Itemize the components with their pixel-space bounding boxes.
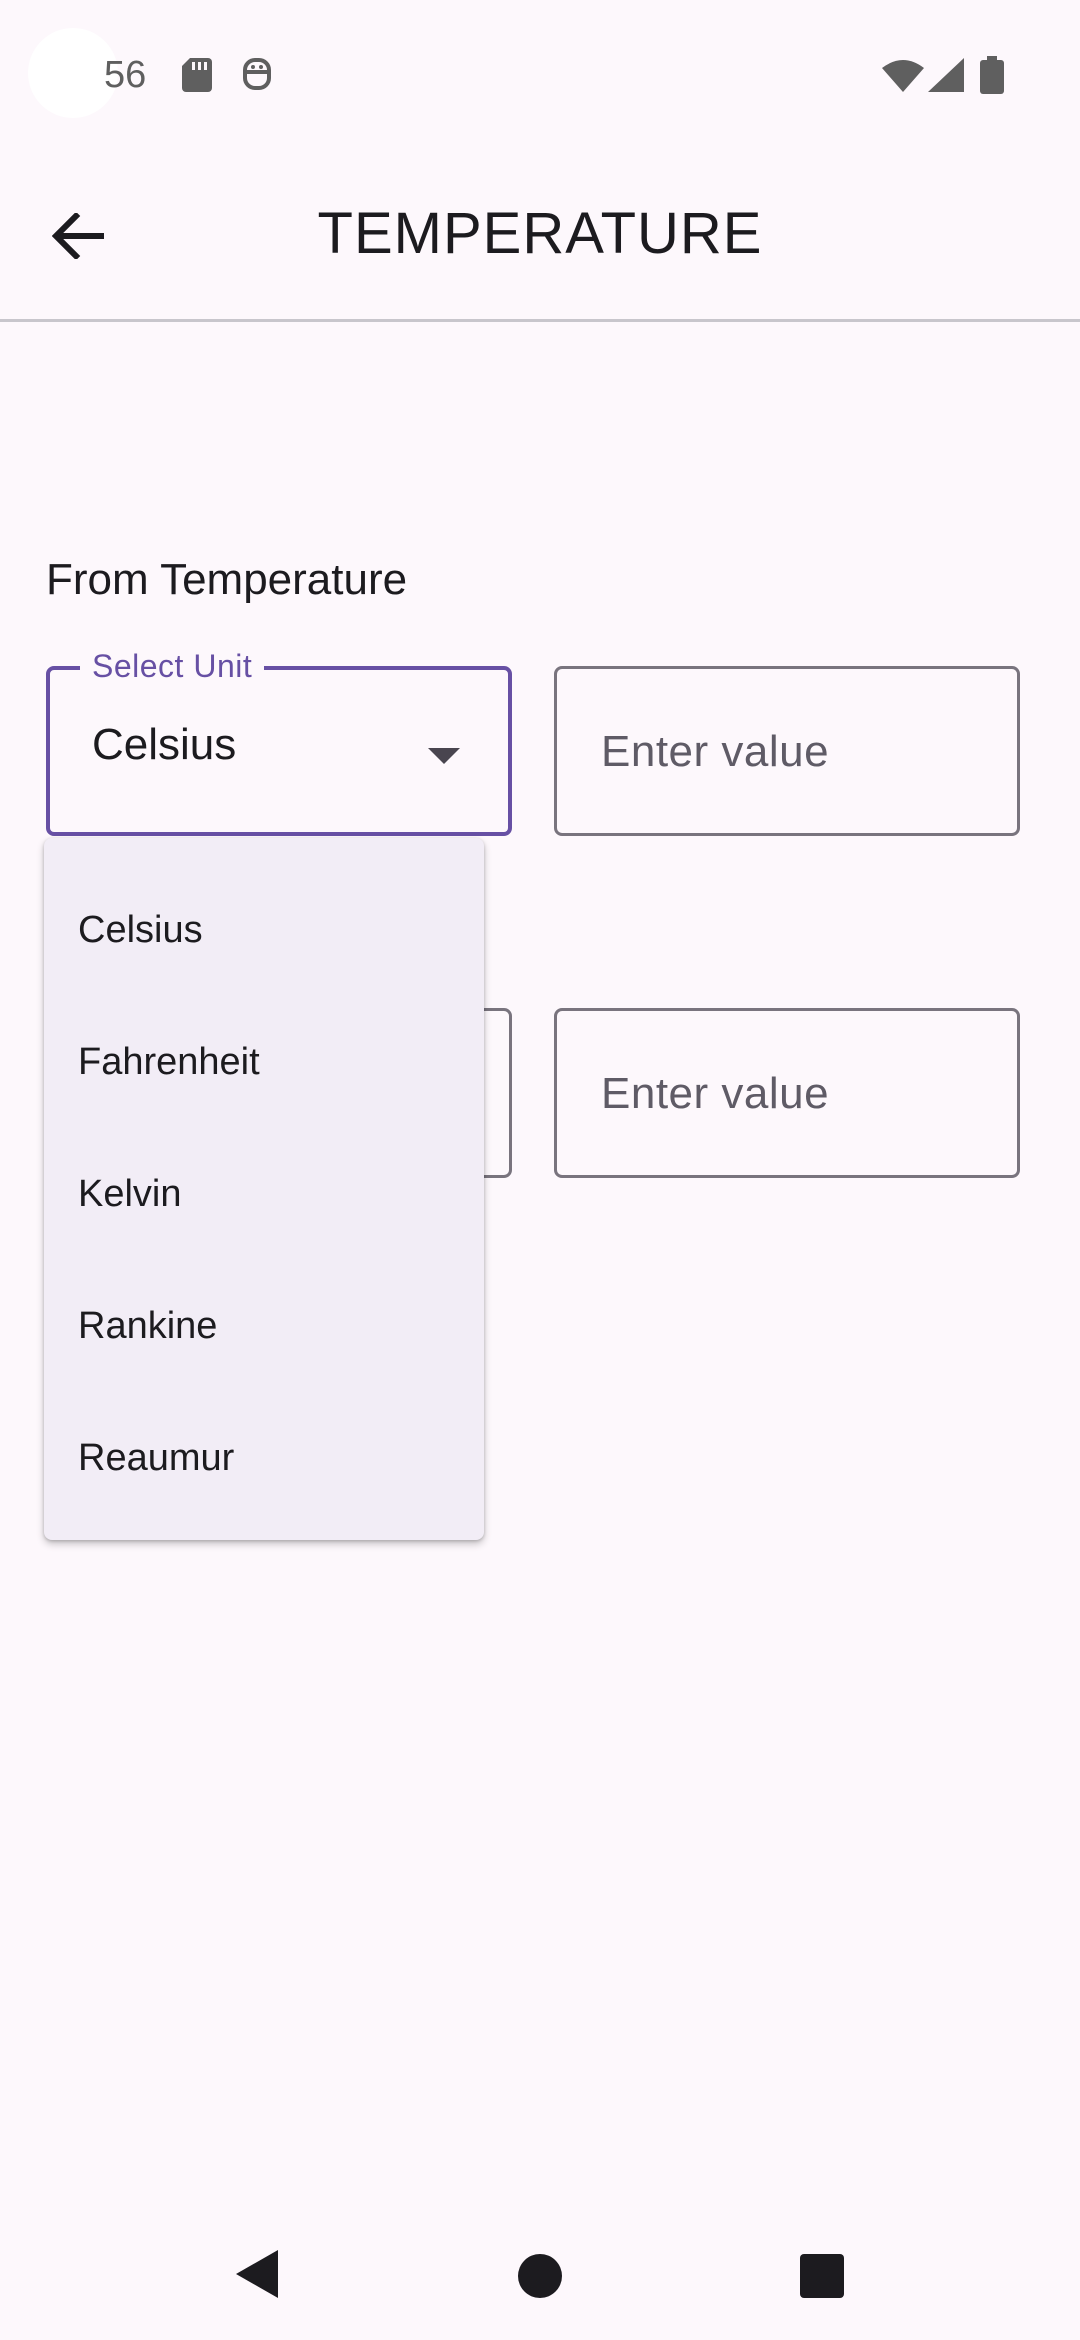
system-nav-bar: [0, 2210, 1080, 2340]
unit-dropdown-menu: Celsius Fahrenheit Kelvin Rankine Reaumu…: [44, 838, 484, 1540]
robot-icon: [242, 56, 272, 97]
status-time: 56: [104, 54, 147, 96]
nav-home-icon[interactable]: [518, 2254, 562, 2298]
status-bar: 56: [0, 0, 1080, 150]
menu-item-celsius[interactable]: Celsius: [44, 864, 484, 996]
menu-item-kelvin[interactable]: Kelvin: [44, 1128, 484, 1260]
to-value-placeholder: Enter value: [601, 1069, 830, 1118]
from-value-input[interactable]: Enter value: [554, 666, 1020, 836]
from-temperature-label: From Temperature: [46, 555, 408, 604]
page-title: TEMPERATURE: [317, 201, 763, 266]
menu-item-rankine[interactable]: Rankine: [44, 1260, 484, 1392]
wifi-icon: [882, 60, 924, 97]
signal-icon: [928, 58, 964, 97]
to-value-input[interactable]: Enter value: [554, 1008, 1020, 1178]
from-value-placeholder: Enter value: [601, 727, 830, 776]
menu-item-reaumur[interactable]: Reaumur: [44, 1392, 484, 1524]
dropdown-arrow-icon[interactable]: [428, 748, 460, 764]
sd-card-icon: [182, 58, 212, 97]
app-bar: TEMPERATURE: [0, 150, 1080, 322]
from-unit-value: Celsius: [92, 720, 237, 769]
nav-recents-icon[interactable]: [800, 2254, 844, 2298]
nav-back-icon[interactable]: [236, 2250, 278, 2303]
battery-icon: [980, 56, 1004, 99]
menu-item-fahrenheit[interactable]: Fahrenheit: [44, 996, 484, 1128]
select-unit-label: Select Unit: [80, 648, 265, 685]
from-unit-select[interactable]: Select Unit Celsius: [46, 648, 512, 836]
